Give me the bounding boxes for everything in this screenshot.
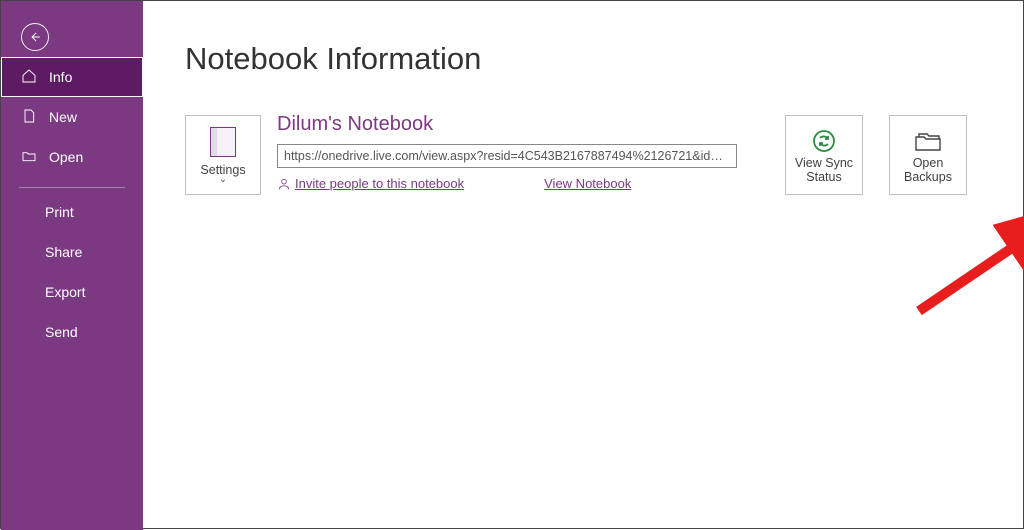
nav-open-label: Open bbox=[49, 149, 83, 165]
back-arrow-icon bbox=[28, 30, 42, 44]
nav-new[interactable]: New bbox=[1, 97, 143, 137]
nav-new-label: New bbox=[49, 109, 77, 125]
view-notebook-link[interactable]: View Notebook bbox=[544, 176, 631, 191]
back-button[interactable] bbox=[21, 23, 49, 51]
nav-open[interactable]: Open bbox=[1, 137, 143, 177]
new-document-icon bbox=[21, 108, 37, 127]
open-folder-icon bbox=[21, 148, 37, 167]
main-panel: Notebook Information Settings ⌄ Dilum's … bbox=[143, 1, 1023, 528]
backstage-sidebar: Info New Open Print Share Export Send bbox=[1, 1, 143, 530]
home-icon bbox=[21, 68, 37, 87]
sync-icon bbox=[812, 126, 836, 156]
folder-icon bbox=[914, 126, 942, 156]
nav-info[interactable]: Info bbox=[1, 57, 143, 97]
notebook-url-field[interactable]: https://onedrive.live.com/view.aspx?resi… bbox=[277, 144, 737, 168]
annotation-arrow bbox=[909, 201, 1024, 321]
invite-people-link[interactable]: Invite people to this notebook bbox=[277, 176, 464, 191]
nav-separator bbox=[19, 187, 125, 188]
nav-export[interactable]: Export bbox=[1, 272, 143, 312]
view-sync-status-button[interactable]: View Sync Status bbox=[785, 115, 863, 195]
notebook-icon bbox=[210, 127, 236, 157]
notebook-name: Dilum's Notebook bbox=[277, 113, 737, 136]
chevron-down-icon: ⌄ bbox=[219, 177, 227, 183]
nav-send[interactable]: Send bbox=[1, 312, 143, 352]
nav-info-label: Info bbox=[49, 69, 72, 85]
person-icon bbox=[277, 177, 291, 191]
nav-print[interactable]: Print bbox=[1, 192, 143, 232]
nav-share[interactable]: Share bbox=[1, 232, 143, 272]
settings-button[interactable]: Settings ⌄ bbox=[185, 115, 261, 195]
open-backups-button[interactable]: Open Backups bbox=[889, 115, 967, 195]
page-title: Notebook Information bbox=[185, 41, 1023, 77]
